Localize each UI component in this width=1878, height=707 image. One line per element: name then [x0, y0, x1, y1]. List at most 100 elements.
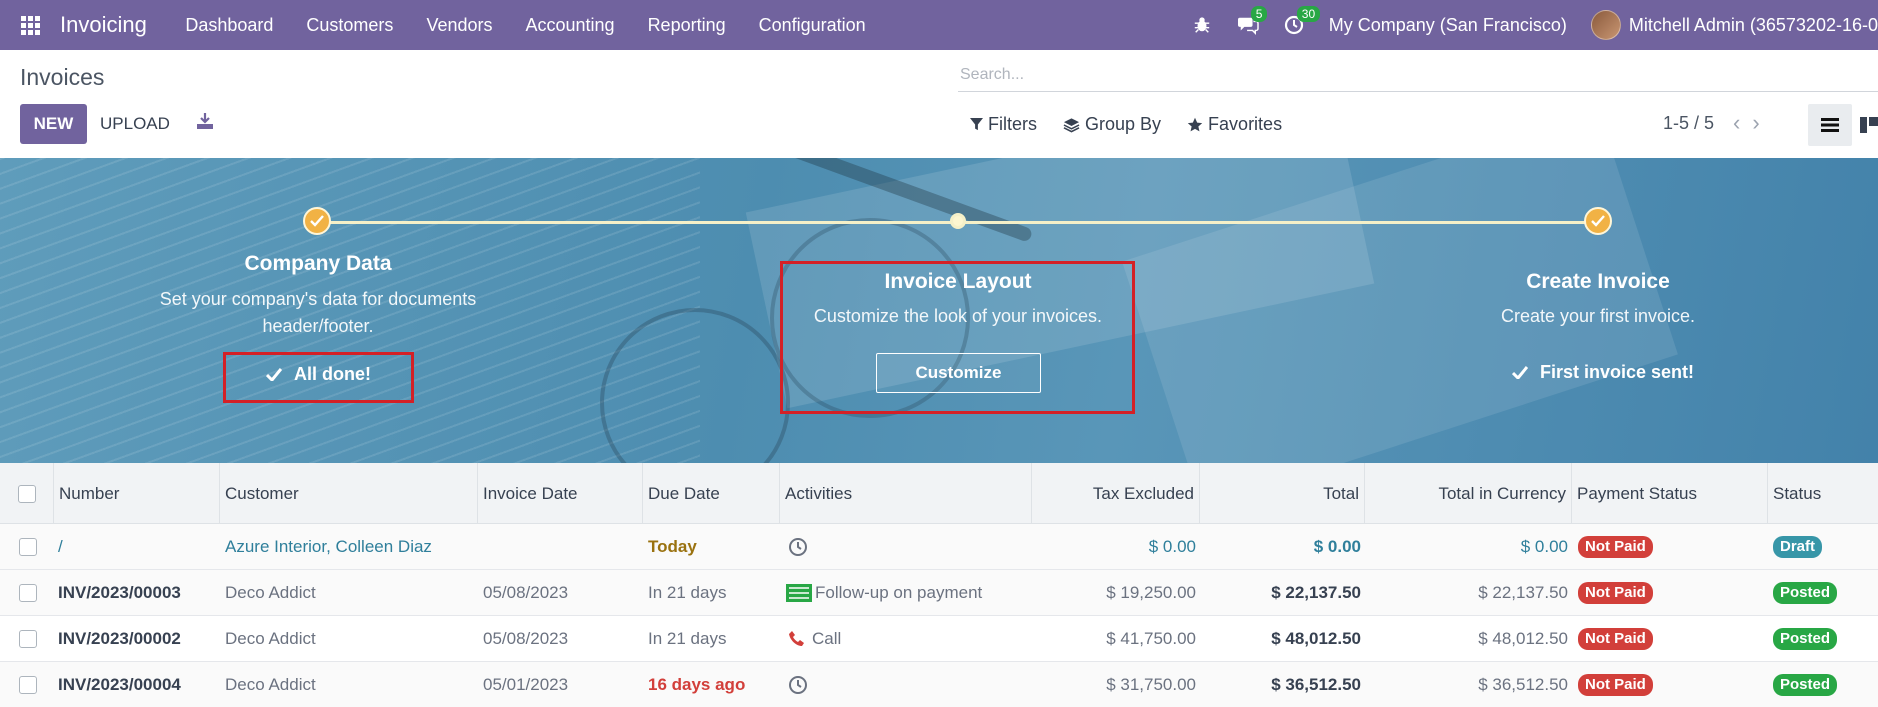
download-icon[interactable]: [196, 112, 216, 132]
row-checkbox[interactable]: [19, 630, 37, 648]
cell-status: Posted: [1773, 570, 1838, 616]
cell-due-date: 16 days ago: [648, 675, 746, 694]
kanban-view-icon: [1860, 117, 1878, 133]
app-brand[interactable]: Invoicing: [60, 12, 147, 38]
payment-status-badge: Not Paid: [1578, 674, 1653, 696]
cell-activity[interactable]: [788, 662, 808, 707]
col-customer[interactable]: Customer: [220, 463, 478, 524]
chevron-left-icon[interactable]: ‹: [1733, 110, 1740, 136]
groupby-toggle[interactable]: Group By: [1063, 114, 1161, 135]
status-badge: Posted: [1773, 674, 1838, 696]
status-badge: Draft: [1773, 536, 1823, 558]
cell-status: Posted: [1773, 662, 1838, 707]
groupby-label: Group By: [1085, 114, 1162, 134]
menu-vendors[interactable]: Vendors: [410, 15, 509, 36]
cell-number[interactable]: /: [58, 524, 63, 570]
apps-menu-icon[interactable]: [0, 0, 60, 50]
menu-customers[interactable]: Customers: [290, 15, 410, 36]
step-create-invoice-done[interactable]: First invoice sent!: [1512, 362, 1694, 383]
star-icon: [1187, 117, 1203, 131]
list-view-button[interactable]: [1808, 104, 1852, 146]
row-checkbox-cell: [19, 524, 37, 570]
menu-dashboard[interactable]: Dashboard: [169, 15, 290, 36]
activity-label: Follow-up on payment: [815, 583, 983, 602]
table-row[interactable]: INV/2023/00004 Deco Addict 05/01/2023 16…: [0, 662, 1878, 707]
col-due-date[interactable]: Due Date: [643, 463, 780, 524]
debug-bug-icon[interactable]: [1179, 0, 1225, 50]
layers-icon: [1063, 117, 1080, 132]
top-navbar: Invoicing Dashboard Customers Vendors Ac…: [0, 0, 1878, 50]
cell-total-in-currency: $ 48,012.50: [1478, 629, 1568, 648]
cell-activity[interactable]: Follow-up on payment: [786, 570, 982, 616]
favorites-toggle[interactable]: Favorites: [1187, 114, 1282, 135]
row-checkbox[interactable]: [19, 538, 37, 556]
user-menu[interactable]: Mitchell Admin (36573202-16-0: [1629, 15, 1878, 36]
status-badge: Posted: [1773, 582, 1838, 604]
company-switcher[interactable]: My Company (San Francisco): [1329, 15, 1567, 36]
payment-status-badge: Not Paid: [1578, 582, 1653, 604]
menu-configuration[interactable]: Configuration: [742, 15, 882, 36]
cell-due-date: Today: [648, 537, 697, 556]
pager-value[interactable]: 1-5 / 5: [1663, 113, 1714, 134]
table-row[interactable]: INV/2023/00003 Deco Addict 05/08/2023 In…: [0, 570, 1878, 616]
page-title[interactable]: Invoices: [20, 64, 104, 91]
cell-total-in-currency: $ 36,512.50: [1478, 675, 1568, 694]
col-total[interactable]: Total: [1200, 463, 1365, 524]
search-panel-options: Filters Group By Favorites: [970, 114, 1282, 135]
check-icon: [1512, 366, 1528, 379]
favorites-label: Favorites: [1208, 114, 1283, 134]
user-avatar[interactable]: [1590, 10, 1621, 40]
cell-due-date: In 21 days: [648, 583, 727, 602]
col-payment-status[interactable]: Payment Status: [1572, 463, 1768, 524]
step-invoice-layout-dot: [950, 213, 966, 229]
activities-clock-icon[interactable]: 30: [1271, 0, 1321, 50]
cell-tax-excluded: $ 31,750.00: [1106, 675, 1196, 694]
col-status[interactable]: Status: [1768, 463, 1878, 524]
menu-accounting[interactable]: Accounting: [509, 15, 631, 36]
cell-customer[interactable]: Azure Interior, Colleen Diaz: [225, 524, 432, 570]
cell-invoice-date: 05/01/2023: [483, 675, 569, 694]
cell-total: $ 48,012.50: [1271, 629, 1361, 648]
filters-label: Filters: [988, 114, 1037, 134]
cell-total: $ 36,512.50: [1271, 675, 1361, 694]
messages-icon[interactable]: 5: [1225, 0, 1271, 50]
upload-button[interactable]: UPLOAD: [100, 104, 170, 144]
list-view-icon: [1821, 118, 1839, 132]
invoice-table-header: Number Customer Invoice Date Due Date Ac…: [0, 463, 1878, 524]
col-invoice-date[interactable]: Invoice Date: [478, 463, 643, 524]
select-all-checkbox[interactable]: [17, 484, 36, 503]
col-activities[interactable]: Activities: [780, 463, 1032, 524]
col-tax-excluded[interactable]: Tax Excluded: [1032, 463, 1200, 524]
cell-tax-excluded: $ 0.00: [1148, 537, 1196, 556]
search-bar[interactable]: [958, 58, 1878, 92]
search-input[interactable]: [960, 65, 1878, 84]
new-button[interactable]: NEW: [20, 104, 87, 144]
kanban-view-button[interactable]: [1854, 104, 1878, 146]
step-create-invoice-check-icon: [1584, 207, 1612, 235]
pager-nav: ‹ ›: [1733, 110, 1760, 136]
activity-label: Call: [812, 629, 842, 648]
step-company-data-title: Company Data: [244, 252, 392, 275]
col-number[interactable]: Number: [54, 463, 220, 524]
table-row[interactable]: / Azure Interior, Colleen Diaz Today $ 0…: [0, 524, 1878, 570]
chevron-right-icon[interactable]: ›: [1752, 110, 1759, 136]
cell-customer[interactable]: Deco Addict: [225, 662, 316, 707]
cell-customer[interactable]: Deco Addict: [225, 570, 316, 616]
cell-number[interactable]: INV/2023/00004: [58, 662, 181, 707]
cell-tax-excluded: $ 19,250.00: [1106, 583, 1196, 602]
cell-customer[interactable]: Deco Addict: [225, 616, 316, 662]
menu-reporting[interactable]: Reporting: [631, 15, 742, 36]
cell-activity[interactable]: [788, 524, 808, 570]
filters-toggle[interactable]: Filters: [970, 114, 1037, 135]
row-checkbox[interactable]: [19, 676, 37, 694]
cell-status: Draft: [1773, 524, 1823, 570]
row-checkbox-cell: [19, 570, 37, 616]
step-company-data-desc-1: Set your company's data for documents: [159, 289, 477, 309]
col-total-in-currency[interactable]: Total in Currency: [1365, 463, 1572, 524]
cell-number[interactable]: INV/2023/00002: [58, 616, 181, 662]
table-row[interactable]: INV/2023/00002 Deco Addict 05/08/2023 In…: [0, 616, 1878, 662]
cell-payment-status: Not Paid: [1578, 524, 1653, 570]
cell-number[interactable]: INV/2023/00003: [58, 570, 181, 616]
cell-activity[interactable]: Call: [788, 616, 841, 662]
row-checkbox[interactable]: [19, 584, 37, 602]
